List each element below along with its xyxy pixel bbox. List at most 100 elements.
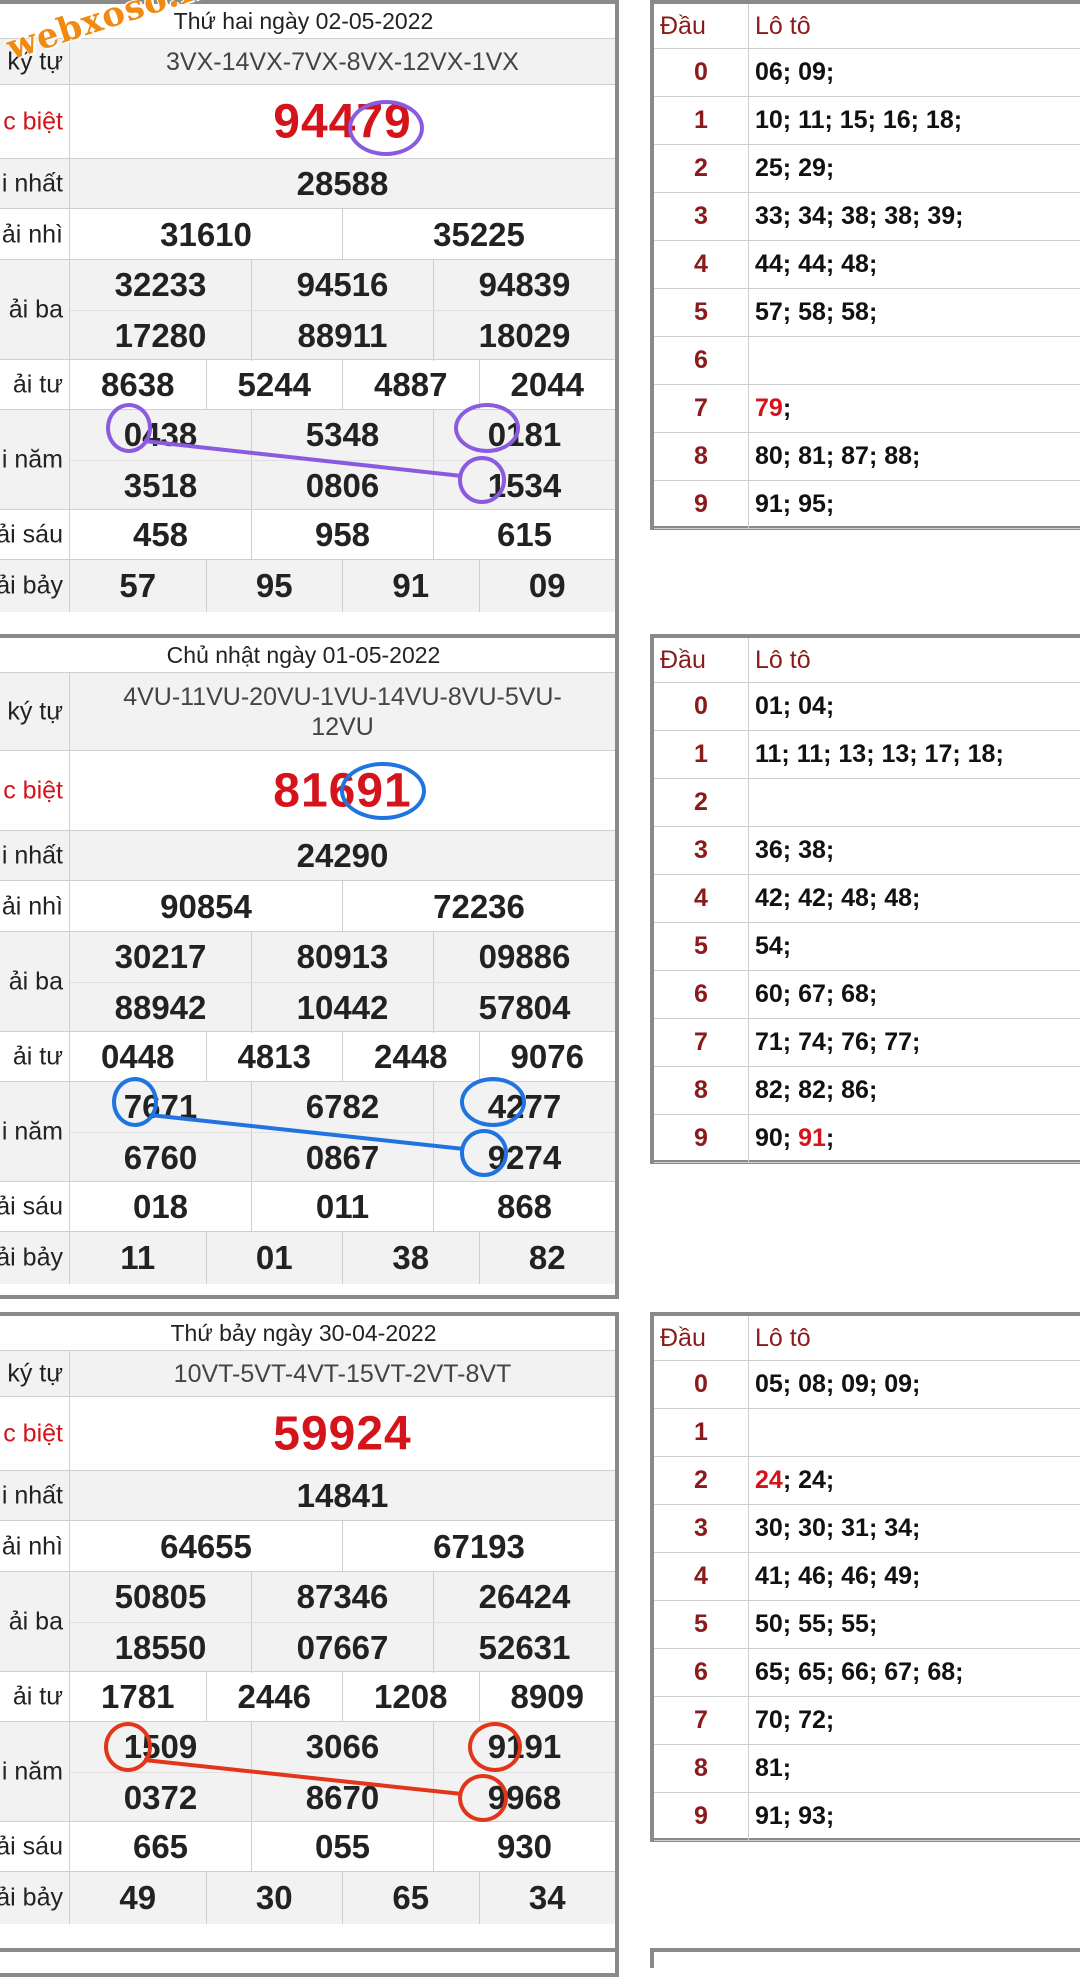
prize-row-first: i nhất 14841 [0,1470,615,1521]
loto-row: 4 44; 44; 48; [654,240,1080,289]
loto-head-digit-value: 7 [654,1696,749,1744]
fifth-prize-highlight-circle [458,456,506,504]
prize-number: 07667 [251,1623,433,1673]
loto-head-values: Lô tô [755,1324,811,1352]
prize-label-text: c biệt [3,776,63,805]
loto-values: 30; 30; 31; 34; [749,1504,1080,1552]
prize-label-text: ải bảy [0,1883,63,1912]
loto-head-values: Lô tô [755,646,811,674]
loto-value-text: 81; [755,1754,792,1782]
loto-head-digit-value: 6 [654,1648,749,1696]
loto-value-text: 41; 46; 46; 49; [755,1562,921,1590]
prize-label: ải sáu [0,1822,70,1872]
loto-value-text: 36; 38; [755,836,835,864]
prize-row-serial: ký tự 3VX-14VX-7VX-8VX-12VX-1VX [0,38,615,85]
loto-row: 5 54; [654,922,1080,971]
loto-row: 9 91; 95; [654,480,1080,529]
prize-number: 90854 [160,888,252,925]
prize-row-seventh: ải bảy 49 30 65 34 [0,1871,615,1924]
prize-number: 17280 [114,317,207,354]
prize-row-third: ải ba 30217 80913 09886 88942 10442 57804 [0,931,615,1033]
prize-row-sixth: ải sáu 458 958 615 [0,509,615,560]
loto-row: 0 05; 08; 09; 09; [654,1360,1080,1409]
prize-number: 2044 [478,360,616,410]
prize-label-text: ải sáu [0,1192,63,1221]
prize-row-first: i nhất 28588 [0,158,615,209]
prize-number: 57 [119,567,157,604]
loto-row: 3 30; 30; 31; 34; [654,1504,1080,1553]
loto-value-text: 70; 72; [755,1706,835,1734]
prize-row-fourth: ải tư 8638 5244 4887 2044 [0,359,615,410]
loto-value-highlight: 79 [755,394,783,422]
loto-values: 91; 95; [749,480,1080,528]
prize-number: 958 [251,510,433,560]
loto-head-digit-value: 5 [654,1600,749,1648]
loto-row: 1 11; 11; 13; 13; 17; 18; [654,730,1080,779]
loto-row: 9 91; 93; [654,1792,1080,1841]
loto-row: 6 65; 65; 66; 67; 68; [654,1648,1080,1697]
prize-label: c biệt [0,751,70,831]
prize-line: 14841 [70,1471,615,1521]
prize-number: 9191 [433,1722,615,1772]
loto-values: 44; 44; 48; [749,240,1080,288]
prize-label-text: c biệt [3,107,63,136]
prize-line: 1781 2446 1208 8909 [70,1672,615,1722]
prize-row-special: c biệt 94479 [0,84,615,159]
prize-number: 72236 [342,881,615,932]
serial-code: 10VT-5VT-4VT-15VT-2VT-8VT [173,1360,512,1388]
loto-value-text: 06; 09; [755,58,835,86]
loto-value-text: 50; 55; 55; [755,1610,878,1638]
loto-row: 5 57; 58; 58; [654,288,1080,337]
loto-head-digit: Đầu [654,638,749,682]
result-table: Chủ nhật ngày 01-05-2022 ký tự 4VU-11VU-20… [0,634,619,1299]
prize-number: 5244 [205,360,343,410]
loto-row: 4 41; 46; 46; 49; [654,1552,1080,1601]
loto-values: 54; [749,922,1080,970]
prize-row-second: ải nhì 64655 67193 [0,1520,615,1572]
prize-number: 8638 [101,366,175,403]
prize-line: 11 01 38 82 [70,1232,615,1284]
loto-values: 06; 09; [749,48,1080,96]
prize-line: 0448 4813 2448 9076 [70,1032,615,1082]
prize-label: i nhất [0,831,70,881]
fifth-prize-highlight-circle [454,403,520,453]
prize-row-seventh: ải bảy 11 01 38 82 [0,1231,615,1284]
prize-number: 665 [132,1828,189,1865]
prize-number: 88942 [114,989,207,1026]
prize-line: 31610 35225 [70,209,615,260]
prize-number: 2448 [342,1032,479,1082]
prize-label: ải bảy [0,1232,70,1284]
loto-head-digit-value: 3 [654,192,749,240]
prize-number: 88911 [251,311,433,361]
prize-values: 90854 72236 [70,881,615,932]
prize-number: 1781 [101,1678,175,1715]
prize-number: 4887 [342,360,479,410]
loto-row: 3 36; 38; [654,826,1080,875]
loto-head-digit-value: 2 [654,778,749,826]
loto-value-text: 82; 82; 86; [755,1076,878,1104]
prize-values: 32233 94516 94839 17280 88911 18029 [70,260,615,361]
loto-head-digit-value: 1 [654,730,749,778]
prize-row-fifth: i năm 1509 3066 9191 0372 8670 9968 [0,1721,615,1823]
loto-values: 50; 55; 55; [749,1600,1080,1648]
special-highlight-circle [348,100,424,156]
loto-row: 4 42; 42; 48; 48; [654,874,1080,923]
prize-line: 18550 07667 52631 [70,1622,615,1673]
prize-values: 4VU-11VU-20VU-1VU-14VU-8VU-5VU-12VU [70,673,615,751]
loto-value-text: 57; 58; 58; [755,298,878,326]
prize-number: 01 [205,1232,343,1284]
fifth-prize-highlight-circle [460,1077,526,1127]
prize-number: 28588 [296,165,389,202]
loto-row: 9 90; 91; [654,1114,1080,1163]
loto-head-digit-value: 8 [654,1744,749,1792]
prize-line: 28588 [70,159,615,209]
prize-values: 57 95 91 09 [70,560,615,612]
prize-row-seventh: ải bảy 57 95 91 09 [0,559,615,612]
fifth-prize-highlight-circle [458,1774,508,1822]
prize-number: 67193 [342,1521,615,1572]
prize-number: 87346 [251,1572,433,1622]
prize-values: 1781 2446 1208 8909 [70,1672,615,1722]
prize-row-second: ải nhì 31610 35225 [0,208,615,260]
loto-values: 81; [749,1744,1080,1792]
loto-row: 7 79; [654,384,1080,433]
